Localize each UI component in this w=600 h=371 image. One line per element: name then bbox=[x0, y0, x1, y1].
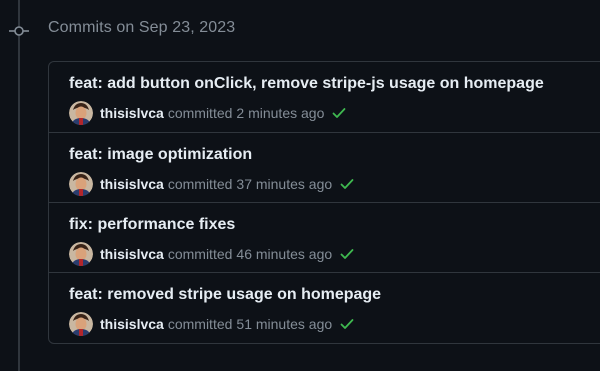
author-link[interactable]: thisislvca bbox=[100, 316, 164, 332]
commit-time[interactable]: 46 minutes ago bbox=[236, 246, 332, 262]
timeline-line bbox=[18, 0, 20, 371]
commit-meta: thisislvca committed 37 minutes ago bbox=[69, 172, 355, 196]
commit-time[interactable]: 51 minutes ago bbox=[236, 316, 332, 332]
avatar[interactable] bbox=[69, 101, 93, 125]
avatar[interactable] bbox=[69, 172, 93, 196]
commit-title-link[interactable]: feat: add button onClick, remove stripe-… bbox=[69, 75, 544, 93]
avatar[interactable] bbox=[69, 242, 93, 266]
commit-row: feat: image optimization thisislvca comm… bbox=[49, 132, 600, 202]
author-link[interactable]: thisislvca bbox=[100, 176, 164, 192]
commit-title-link[interactable]: feat: image optimization bbox=[69, 146, 252, 164]
commit-time[interactable]: 37 minutes ago bbox=[236, 176, 332, 192]
commit-verb: committed bbox=[167, 246, 233, 262]
commit-verb: committed bbox=[167, 316, 233, 332]
author-link[interactable]: thisislvca bbox=[100, 105, 164, 121]
commit-verb: committed bbox=[167, 105, 233, 121]
commit-row: fix: performance fixes thisislvca commit… bbox=[49, 202, 600, 272]
commit-meta: thisislvca committed 2 minutes ago bbox=[69, 101, 347, 125]
check-icon[interactable] bbox=[339, 246, 355, 262]
author-link[interactable]: thisislvca bbox=[100, 246, 164, 262]
git-commit-icon bbox=[9, 26, 29, 36]
commit-meta: thisislvca committed 51 minutes ago bbox=[69, 312, 355, 336]
commit-date-heading: Commits on Sep 23, 2023 bbox=[48, 19, 236, 36]
commit-time[interactable]: 2 minutes ago bbox=[236, 105, 324, 121]
avatar[interactable] bbox=[69, 312, 93, 336]
commit-row: feat: add button onClick, remove stripe-… bbox=[49, 62, 600, 132]
commit-title-link[interactable]: fix: performance fixes bbox=[69, 216, 235, 234]
commit-verb: committed bbox=[167, 176, 233, 192]
commit-meta: thisislvca committed 46 minutes ago bbox=[69, 242, 355, 266]
commit-title-link[interactable]: feat: removed stripe usage on homepage bbox=[69, 286, 381, 304]
check-icon[interactable] bbox=[339, 316, 355, 332]
check-icon[interactable] bbox=[331, 105, 347, 121]
commit-list: feat: add button onClick, remove stripe-… bbox=[48, 61, 600, 344]
check-icon[interactable] bbox=[339, 176, 355, 192]
commit-row: feat: removed stripe usage on homepage t… bbox=[49, 272, 600, 342]
